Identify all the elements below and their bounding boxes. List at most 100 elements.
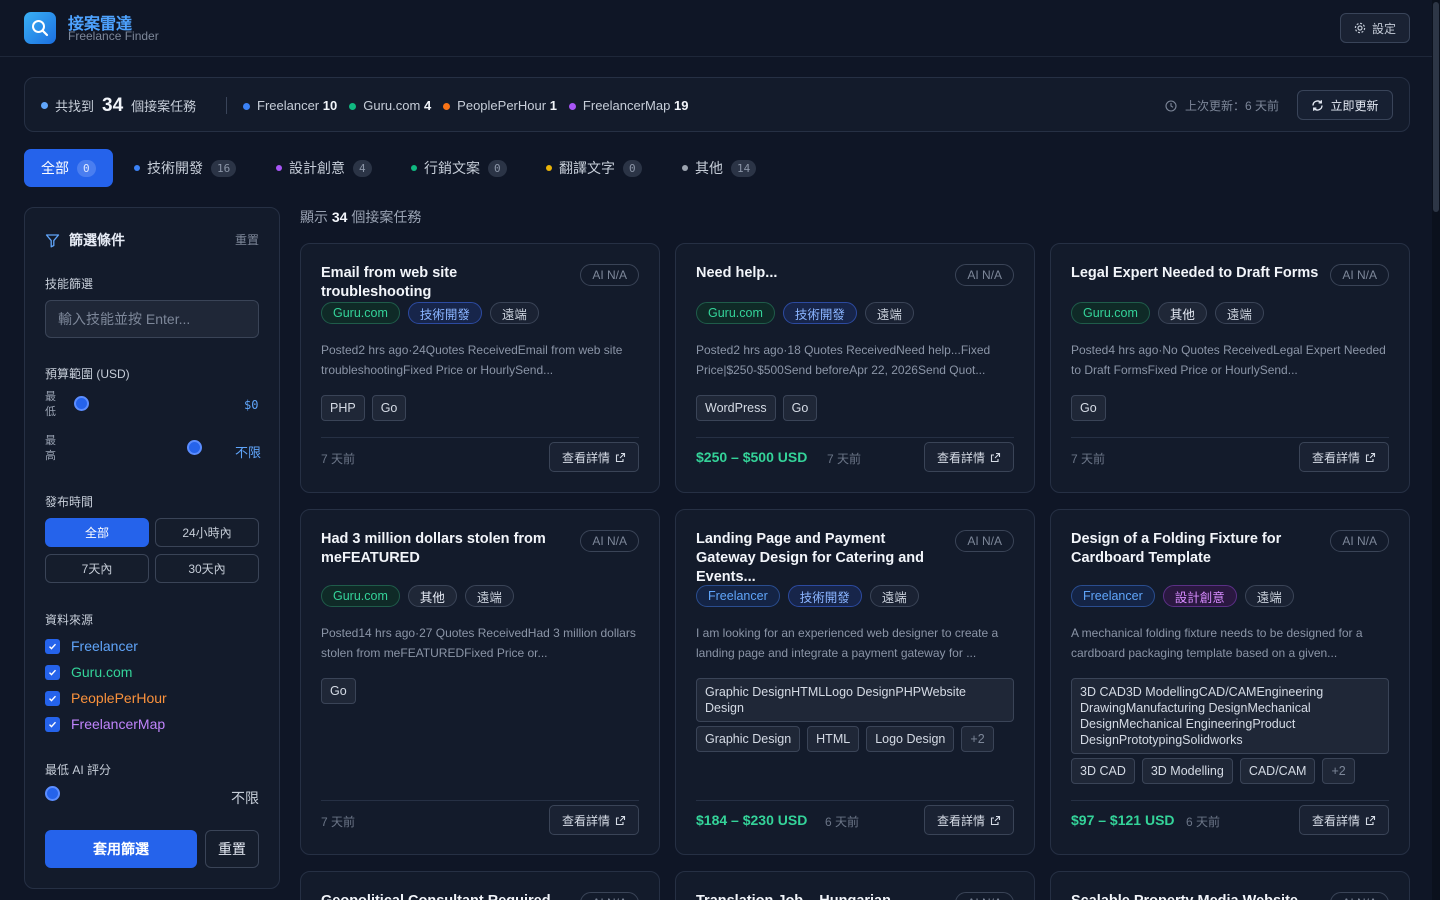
skill-chip: PHP [321, 395, 365, 421]
source-checkbox-freelancer[interactable]: Freelancer [45, 638, 138, 654]
job-title[interactable]: Email from web site troubleshooting [321, 264, 571, 302]
source-tag: Guru.com [1071, 302, 1150, 324]
source-tag: Freelancer [1071, 585, 1155, 607]
external-link-icon [990, 815, 1001, 825]
job-description: A mechanical folding fixture needs to be… [1071, 626, 1363, 660]
scrollbar-thumb[interactable] [1433, 2, 1439, 212]
job-card[interactable]: Landing Page and Payment Gateway Design … [675, 509, 1035, 855]
job-card[interactable]: Translation Job – Hungarian AI N/A [675, 871, 1035, 900]
skill-input[interactable]: 輸入技能並按 Enter... [45, 300, 259, 338]
skill-list: WordPress Go [696, 395, 818, 421]
checkbox-checked-icon[interactable] [45, 664, 60, 680]
tab-translation[interactable]: 翻譯文字 0 [546, 149, 642, 187]
job-price: $184 – $230 USD [696, 812, 808, 828]
external-link-icon [615, 452, 626, 462]
skill-list: Go [1071, 395, 1106, 421]
skill-chip: Go [371, 395, 407, 421]
skill-chip: CAD/CAM [1239, 758, 1316, 784]
results-count: 顯示 34 個接案任務 [300, 209, 422, 225]
refresh-button[interactable]: 立即更新 [1297, 90, 1393, 120]
job-description: Posted2 hrs ago·18 Quotes ReceivedNeed h… [696, 343, 991, 377]
job-price: $250 – $500 USD [696, 449, 808, 465]
job-title[interactable]: Landing Page and Payment Gateway Design … [696, 530, 946, 587]
posted-ago: 7 天前 [1071, 452, 1106, 466]
tab-all[interactable]: 全部 0 [24, 149, 113, 187]
posted-ago: 6 天前 [825, 815, 860, 829]
budget-label: 預算範圍 (USD) [45, 367, 130, 381]
job-description: Posted14 hrs ago·27 Quotes ReceivedHad 3… [321, 626, 636, 660]
time-30d-button[interactable]: 30天內 [155, 554, 259, 583]
filter-reset-link[interactable]: 重置 [235, 231, 259, 248]
job-card[interactable]: Need help... AI N/A Guru.com 技術開發 遠端 Pos… [675, 243, 1035, 493]
view-details-button[interactable]: 查看詳情 [549, 442, 639, 472]
category-tag: 其他 [1157, 302, 1207, 324]
ai-score-slider[interactable] [45, 786, 60, 801]
posted-ago: 7 天前 [321, 452, 356, 466]
apply-filter-button[interactable]: 套用篩選 [45, 830, 197, 868]
budget-min-slider[interactable] [74, 396, 89, 411]
job-card[interactable]: Scalable Property Media Website AI N/A [1050, 871, 1410, 900]
filter-panel: 篩選條件 重置 技能篩選 輸入技能並按 Enter... 預算範圍 (USD) … [24, 207, 280, 889]
source-counts: Freelancer 10 Guru.com 4 PeoplePerHour 1… [243, 78, 688, 133]
skill-chip: 3D CAD [1071, 758, 1135, 784]
job-card[interactable]: Geopolitical Consultant Required AI N/A [300, 871, 660, 900]
source-tag: Guru.com [321, 302, 400, 324]
view-details-button[interactable]: 查看詳情 [1299, 442, 1389, 472]
tab-marketing[interactable]: 行銷文案 0 [411, 149, 507, 187]
job-description: Posted2 hrs ago·24Quotes ReceivedEmail f… [321, 343, 623, 377]
ai-score-badge: AI N/A [1330, 264, 1389, 286]
filter-title: 篩選條件 [69, 232, 125, 248]
posted-ago: 6 天前 [1186, 815, 1221, 829]
job-title[interactable]: Scalable Property Media Website [1071, 892, 1311, 900]
time-label: 發布時間 [45, 495, 94, 509]
time-24h-button[interactable]: 24小時內 [155, 518, 259, 547]
tab-design[interactable]: 設計創意 4 [276, 149, 372, 187]
job-card[interactable]: Had 3 million dollars stolen from meFEAT… [300, 509, 660, 855]
app-subtitle: Freelance Finder [68, 29, 159, 43]
source-tag: Freelancer [696, 585, 780, 607]
job-title[interactable]: Legal Expert Needed to Draft Forms [1071, 264, 1321, 283]
job-card[interactable]: Design of a Folding Fixture for Cardboar… [1050, 509, 1410, 855]
source-checkbox-freelancermap[interactable]: FreelancerMap [45, 716, 165, 732]
app-header: 接案雷達 Freelance Finder 設定 [0, 0, 1432, 57]
job-title[interactable]: Had 3 million dollars stolen from meFEAT… [321, 530, 571, 568]
view-details-button[interactable]: 查看詳情 [549, 805, 639, 835]
budget-max-slider[interactable] [187, 440, 202, 455]
summary-total: 34 [102, 94, 124, 116]
tab-other[interactable]: 其他 14 [682, 149, 757, 187]
tab-tech[interactable]: 技術開發 16 [134, 149, 237, 187]
job-title[interactable]: Geopolitical Consultant Required [321, 892, 561, 900]
source-checkbox-peopleperhour[interactable]: PeoplePerHour [45, 690, 167, 706]
remote-tag: 遠端 [464, 585, 514, 607]
view-details-button[interactable]: 查看詳情 [924, 805, 1014, 835]
refresh-icon [1312, 99, 1324, 111]
time-7d-button[interactable]: 7天內 [45, 554, 149, 583]
settings-button[interactable]: 設定 [1340, 13, 1410, 43]
budget-min-label: 最低 [45, 391, 56, 418]
view-details-button[interactable]: 查看詳情 [1299, 805, 1389, 835]
job-title[interactable]: Translation Job – Hungarian [696, 892, 936, 900]
checkbox-checked-icon[interactable] [45, 690, 60, 706]
job-title[interactable]: Design of a Folding Fixture for Cardboar… [1071, 530, 1321, 568]
time-all-button[interactable]: 全部 [45, 518, 149, 547]
job-card[interactable]: Email from web site troubleshooting AI N… [300, 243, 660, 493]
job-description: Posted4 hrs ago·No Quotes ReceivedLegal … [1071, 343, 1386, 377]
job-tags: Guru.com 技術開發 遠端 [696, 302, 914, 324]
job-title[interactable]: Need help... [696, 264, 946, 283]
job-card[interactable]: Legal Expert Needed to Draft Forms AI N/… [1050, 243, 1410, 493]
summary-bar: 共找到 34 個接案任務 Freelancer 10 Guru.com 4 Pe… [24, 77, 1410, 132]
checkbox-checked-icon[interactable] [45, 638, 60, 654]
remote-tag: 遠端 [489, 302, 539, 324]
settings-label: 設定 [1371, 21, 1396, 36]
skill-filter-label: 技能篩選 [45, 277, 94, 291]
view-details-button[interactable]: 查看詳情 [924, 442, 1014, 472]
ai-score-badge: AI N/A [955, 264, 1014, 286]
category-tag: 技術開發 [782, 302, 857, 324]
reset-filter-button[interactable]: 重置 [205, 830, 259, 868]
source-checkbox-guru[interactable]: Guru.com [45, 664, 132, 680]
ai-score-badge: AI N/A [1330, 530, 1389, 552]
checkbox-checked-icon[interactable] [45, 716, 60, 732]
skill-chip: Go [1071, 395, 1106, 421]
remote-tag: 遠端 [864, 302, 914, 324]
gear-icon [1354, 22, 1366, 34]
